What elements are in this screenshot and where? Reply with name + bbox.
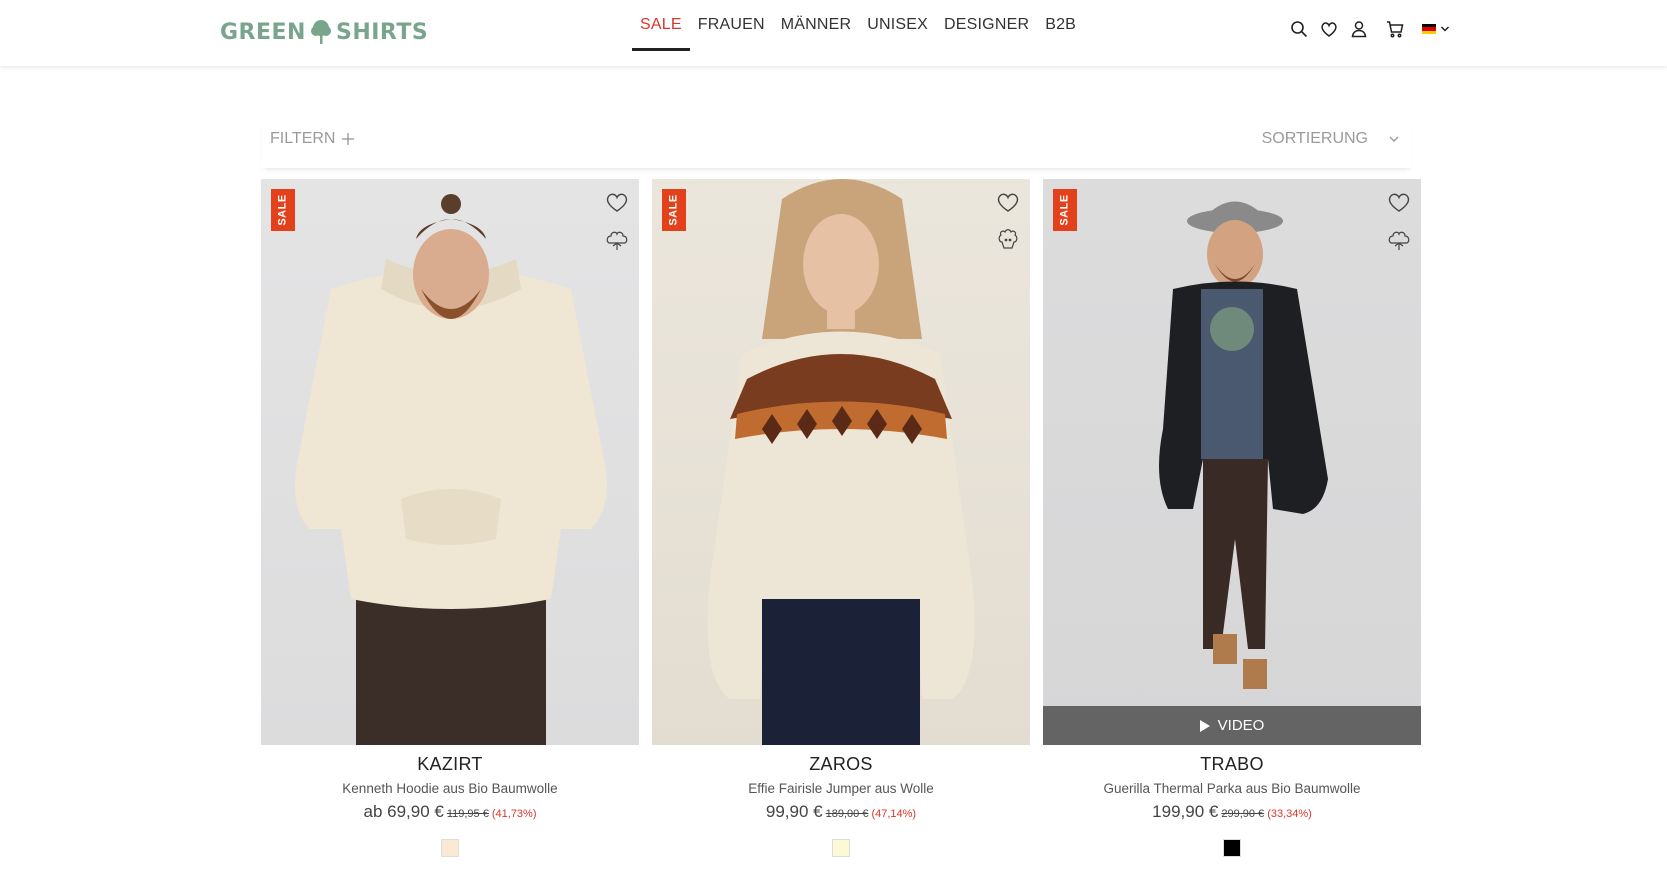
product-description: Effie Fairisle Jumper aus Wolle	[748, 781, 934, 796]
color-swatch[interactable]	[441, 839, 459, 857]
chevron-down-icon	[1440, 26, 1450, 32]
cart-icon[interactable]	[1386, 20, 1404, 38]
logo[interactable]: GREEN SHIRTS	[220, 17, 428, 47]
sheep-icon	[998, 229, 1018, 249]
model-jumper-illustration	[707, 179, 975, 745]
filter-label: FILTERN	[270, 130, 336, 147]
plus-icon	[342, 133, 355, 145]
header-icons	[1290, 20, 1450, 38]
product-image[interactable]: SALE VIDEO	[1043, 179, 1421, 745]
filter-sort-bar: FILTERN SORTIERUNG	[262, 116, 1412, 168]
product-card[interactable]: SALE VIDEO TRABO Guerilla Thermal Parka …	[1043, 179, 1421, 857]
nav-item-unisex[interactable]: UNISEX	[867, 12, 928, 38]
sale-badge: SALE	[271, 189, 295, 231]
product-card[interactable]: SALE KAZIRT Kenneth Hoodie aus Bio Baumw…	[261, 179, 639, 857]
sort-label: SORTIERUNG	[1261, 130, 1368, 147]
sort-dropdown[interactable]: SORTIERUNG	[1262, 130, 1400, 148]
product-old-price: 299,90 €	[1221, 808, 1265, 820]
heart-icon[interactable]	[1320, 20, 1338, 38]
video-button[interactable]: VIDEO	[1043, 706, 1421, 745]
logo-text-green: GREEN	[220, 19, 306, 45]
german-flag-icon	[1422, 24, 1436, 34]
color-swatch[interactable]	[832, 839, 850, 857]
main-nav: SALE FRAUEN MÄNNER UNISEX DESIGNER B2B	[632, 0, 1076, 51]
sale-badge: SALE	[1053, 189, 1077, 231]
product-price: 99,90 €	[765, 802, 823, 821]
product-discount: (41,73%)	[491, 808, 537, 820]
sale-badge: SALE	[662, 189, 686, 231]
color-swatch[interactable]	[1223, 839, 1241, 857]
nav-item-frauen[interactable]: FRAUEN	[698, 12, 765, 38]
nav-item-designer[interactable]: DESIGNER	[944, 12, 1029, 38]
language-selector[interactable]	[1416, 24, 1450, 34]
product-price: ab 69,90 €	[363, 802, 444, 821]
product-old-price: 189,00 €	[825, 808, 869, 820]
tree-logo-icon	[310, 20, 331, 44]
wishlist-heart-icon[interactable]	[1387, 191, 1411, 213]
product-name[interactable]: TRABO	[1043, 754, 1421, 775]
video-label: VIDEO	[1217, 717, 1265, 734]
nav-item-maenner[interactable]: MÄNNER	[781, 12, 852, 38]
product-price-row: ab 69,90 €119,95 € (41,73%)	[261, 802, 639, 822]
product-price-row: 99,90 €189,00 € (47,14%)	[652, 802, 1030, 822]
product-image[interactable]: SALE	[652, 179, 1030, 745]
product-discount: (33,34%)	[1267, 808, 1312, 820]
product-description: Kenneth Hoodie aus Bio Baumwolle	[342, 781, 558, 796]
cotton-icon	[606, 231, 628, 250]
chevron-down-icon	[1389, 136, 1399, 142]
model-hoodie-illustration	[294, 194, 607, 745]
product-old-price: 119,95 €	[446, 808, 489, 820]
product-price-row: 199,90 €299,90 € (33,34%)	[1043, 802, 1421, 822]
wishlist-heart-icon[interactable]	[605, 191, 629, 213]
logo-text-shirts: SHIRTS	[335, 19, 429, 45]
product-name[interactable]: KAZIRT	[261, 754, 639, 775]
product-card[interactable]: SALE ZAROS Effie Fairisle Jumper aus Wol…	[652, 179, 1030, 857]
filter-button[interactable]: FILTERN	[270, 130, 355, 148]
product-description: Guerilla Thermal Parka aus Bio Baumwolle	[1103, 781, 1361, 796]
user-icon[interactable]	[1350, 20, 1368, 38]
product-discount: (47,14%)	[871, 808, 917, 820]
wishlist-heart-icon[interactable]	[996, 191, 1020, 213]
site-header: GREEN SHIRTS SALE FRAUEN MÄNNER UNISEX D…	[0, 0, 1667, 66]
nav-item-sale[interactable]: SALE	[632, 12, 690, 51]
nav-item-b2b[interactable]: B2B	[1045, 12, 1076, 38]
product-price: 199,90 €	[1152, 802, 1219, 821]
product-image[interactable]: SALE	[261, 179, 639, 745]
cotton-icon	[1388, 231, 1410, 250]
play-icon	[1199, 719, 1210, 732]
model-parka-illustration	[1159, 201, 1328, 689]
search-icon[interactable]	[1290, 20, 1308, 38]
product-name[interactable]: ZAROS	[652, 754, 1030, 775]
